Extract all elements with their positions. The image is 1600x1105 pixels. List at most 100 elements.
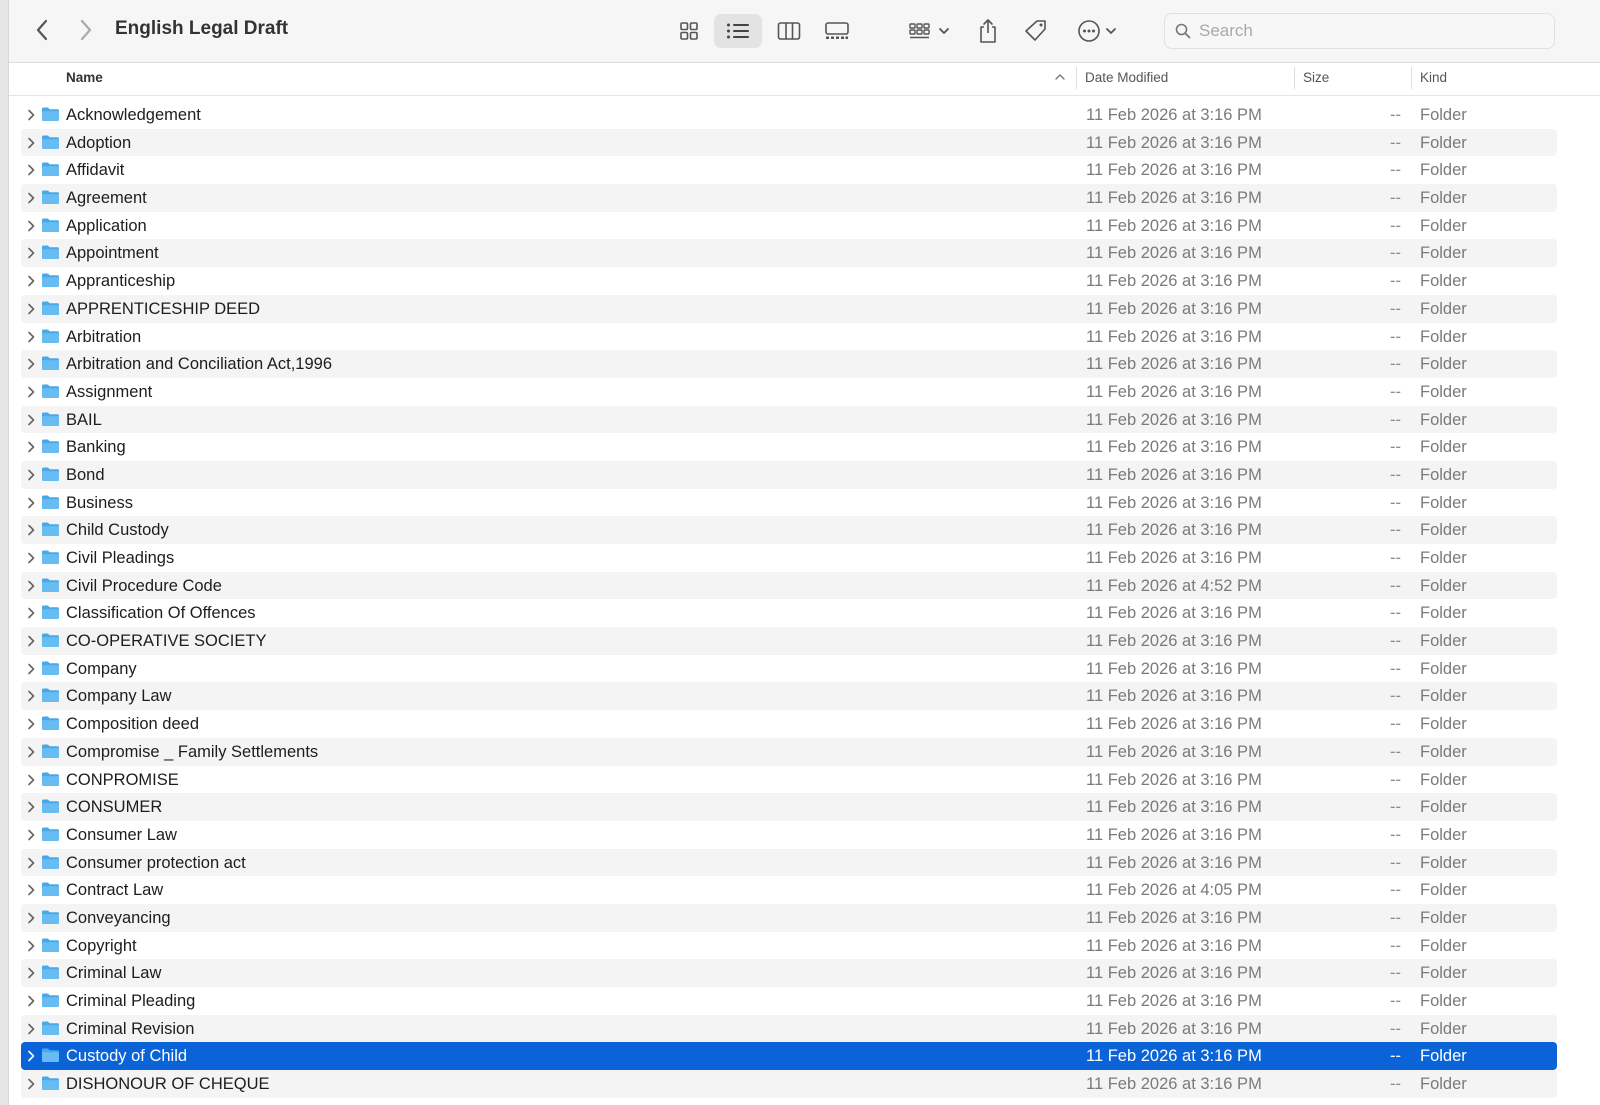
disclosure-triangle-icon[interactable] [27, 718, 35, 730]
group-by-button[interactable] [905, 14, 955, 48]
table-row[interactable]: Application 11 Feb 2026 at 3:16 PM -- Folde… [21, 212, 1557, 240]
disclosure-triangle-icon[interactable] [27, 801, 35, 813]
disclosure-triangle-icon[interactable] [27, 1023, 35, 1035]
column-header-kind[interactable]: Kind [1420, 63, 1447, 96]
table-row[interactable]: CO-OPERATIVE SOCIETY 11 Feb 2026 at 3:16 … [21, 627, 1557, 655]
table-row[interactable]: Copyright 11 Feb 2026 at 3:16 PM -- Folder [21, 932, 1557, 960]
table-row[interactable]: Appointment 11 Feb 2026 at 3:16 PM -- Folde… [21, 239, 1557, 268]
column-divider[interactable] [1294, 67, 1295, 89]
table-row[interactable]: Criminal Pleading 11 Feb 2026 at 3:16 PM -… [21, 987, 1557, 1015]
table-row[interactable]: BAIL 11 Feb 2026 at 3:16 PM -- Folder [21, 405, 1557, 434]
more-actions-button[interactable] [1073, 14, 1123, 48]
file-name: Business [66, 493, 133, 512]
disclosure-triangle-icon[interactable] [27, 552, 35, 564]
column-divider[interactable] [1411, 67, 1412, 89]
disclosure-triangle-icon[interactable] [27, 774, 35, 786]
disclosure-triangle-icon[interactable] [27, 912, 35, 924]
list-view-button[interactable] [714, 14, 762, 48]
disclosure-triangle-icon[interactable] [27, 746, 35, 758]
table-row[interactable]: Arbitration and Conciliation Act,1996 11 … [21, 350, 1557, 378]
table-row[interactable]: APPRENTICESHIP DEED 11 Feb 2026 at 3:16 P… [21, 294, 1557, 323]
table-row[interactable]: CONPROMISE 11 Feb 2026 at 3:16 PM -- Folder [21, 766, 1557, 794]
table-row[interactable]: Appranticeship 11 Feb 2026 at 3:16 PM -- Fo… [21, 267, 1557, 295]
disclosure-triangle-icon[interactable] [27, 497, 35, 509]
search-input[interactable] [1199, 21, 1529, 41]
share-button[interactable] [973, 14, 1003, 48]
disclosure-triangle-icon[interactable] [27, 940, 35, 952]
date-modified: 11 Feb 2026 at 3:16 PM [1086, 825, 1262, 844]
disclosure-triangle-icon[interactable] [27, 967, 35, 979]
table-row[interactable]: Compromise _ Family Settlements 11 Feb 20… [21, 737, 1557, 766]
table-row[interactable]: Arbitration 11 Feb 2026 at 3:16 PM -- Folde… [21, 323, 1557, 351]
table-row[interactable]: Conveyancing 11 Feb 2026 at 3:16 PM -- Fold… [21, 903, 1557, 932]
disclosure-triangle-icon[interactable] [27, 109, 35, 121]
group-by-icon [909, 23, 949, 39]
table-row[interactable]: Contract Law 11 Feb 2026 at 4:05 PM -- Fold… [21, 876, 1557, 904]
table-row[interactable]: Company 11 Feb 2026 at 3:16 PM -- Folder [21, 655, 1557, 683]
table-row[interactable]: Classification Of Offences 11 Feb 2026 at… [21, 599, 1557, 627]
disclosure-triangle-icon[interactable] [27, 275, 35, 287]
tag-button[interactable] [1021, 14, 1051, 48]
table-row[interactable]: Bond 11 Feb 2026 at 3:16 PM -- Folder [21, 460, 1557, 489]
grid-view-button[interactable] [671, 14, 707, 48]
disclosure-triangle-icon[interactable] [27, 1050, 35, 1062]
search-field[interactable] [1164, 13, 1555, 49]
column-header-size[interactable]: Size [1303, 63, 1329, 96]
file-size: -- [1390, 327, 1401, 346]
disclosure-triangle-icon[interactable] [27, 995, 35, 1007]
table-row[interactable]: Civil Procedure Code 11 Feb 2026 at 4:52 … [21, 571, 1557, 600]
table-row[interactable]: Civil Pleadings 11 Feb 2026 at 3:16 PM -- F… [21, 544, 1557, 572]
disclosure-triangle-icon[interactable] [27, 192, 35, 204]
forward-button[interactable] [71, 14, 101, 46]
table-row[interactable]: DISHONOUR OF CHEQUE 11 Feb 2026 at 3:16 P… [21, 1070, 1557, 1098]
table-row[interactable]: Adoption 11 Feb 2026 at 3:16 PM -- Folder [21, 128, 1557, 157]
column-divider[interactable] [1076, 67, 1077, 89]
disclosure-triangle-icon[interactable] [27, 829, 35, 841]
table-row[interactable]: Criminal Law 11 Feb 2026 at 3:16 PM -- Fold… [21, 959, 1557, 987]
table-row[interactable]: Consumer protection act 11 Feb 2026 at 3:… [21, 848, 1557, 877]
disclosure-triangle-icon[interactable] [27, 607, 35, 619]
file-name: Arbitration and Conciliation Act,1996 [66, 355, 332, 374]
disclosure-triangle-icon[interactable] [27, 441, 35, 453]
disclosure-triangle-icon[interactable] [27, 469, 35, 481]
disclosure-triangle-icon[interactable] [27, 884, 35, 896]
table-row[interactable]: Affidavit 11 Feb 2026 at 3:16 PM -- Folder [21, 156, 1557, 184]
column-view-button[interactable] [771, 14, 807, 48]
disclosure-triangle-icon[interactable] [27, 580, 35, 592]
table-row[interactable]: Composition deed 11 Feb 2026 at 3:16 PM --… [21, 710, 1557, 738]
table-row[interactable]: Agreement 11 Feb 2026 at 3:16 PM -- Folder [21, 184, 1557, 212]
table-row[interactable]: Assignment 11 Feb 2026 at 3:16 PM -- Folder [21, 378, 1557, 406]
disclosure-triangle-icon[interactable] [27, 414, 35, 426]
disclosure-triangle-icon[interactable] [27, 164, 35, 176]
table-row[interactable]: CONSUMER 11 Feb 2026 at 3:16 PM -- Folder [21, 793, 1557, 821]
folder-icon [42, 190, 59, 205]
table-row[interactable]: Banking 11 Feb 2026 at 3:16 PM -- Folder [21, 433, 1557, 461]
disclosure-triangle-icon[interactable] [27, 247, 35, 259]
disclosure-triangle-icon[interactable] [27, 690, 35, 702]
table-row[interactable]: Company Law 11 Feb 2026 at 3:16 PM -- Folde… [21, 682, 1557, 711]
disclosure-triangle-icon[interactable] [27, 1078, 35, 1090]
table-row[interactable]: Criminal Revision 11 Feb 2026 at 3:16 PM -… [21, 1014, 1557, 1043]
table-row[interactable]: Acknowledgement 11 Feb 2026 at 3:16 PM -- F… [21, 101, 1557, 129]
date-modified: 11 Feb 2026 at 3:16 PM [1086, 189, 1262, 208]
table-row[interactable]: Custody of Child 11 Feb 2026 at 3:16 PM --… [21, 1042, 1557, 1071]
table-row[interactable]: Child Custody 11 Feb 2026 at 3:16 PM -- Fol… [21, 516, 1557, 544]
disclosure-triangle-icon[interactable] [27, 303, 35, 315]
disclosure-triangle-icon[interactable] [27, 220, 35, 232]
column-header-name[interactable]: Name [66, 63, 103, 96]
disclosure-triangle-icon[interactable] [27, 635, 35, 647]
table-row[interactable]: Consumer Law 11 Feb 2026 at 3:16 PM -- Fold… [21, 821, 1557, 849]
disclosure-triangle-icon[interactable] [27, 358, 35, 370]
back-button[interactable] [27, 14, 57, 46]
disclosure-triangle-icon[interactable] [27, 663, 35, 675]
gallery-view-button[interactable] [819, 14, 855, 48]
disclosure-triangle-icon[interactable] [27, 857, 35, 869]
column-header-date-modified[interactable]: Date Modified [1085, 63, 1168, 96]
folder-icon [42, 550, 59, 564]
disclosure-triangle-icon[interactable] [27, 524, 35, 536]
disclosure-triangle-icon[interactable] [27, 137, 35, 149]
folder-icon [42, 329, 59, 343]
disclosure-triangle-icon[interactable] [27, 331, 35, 343]
table-row[interactable]: Business 11 Feb 2026 at 3:16 PM -- Folder [21, 489, 1557, 517]
disclosure-triangle-icon[interactable] [27, 386, 35, 398]
